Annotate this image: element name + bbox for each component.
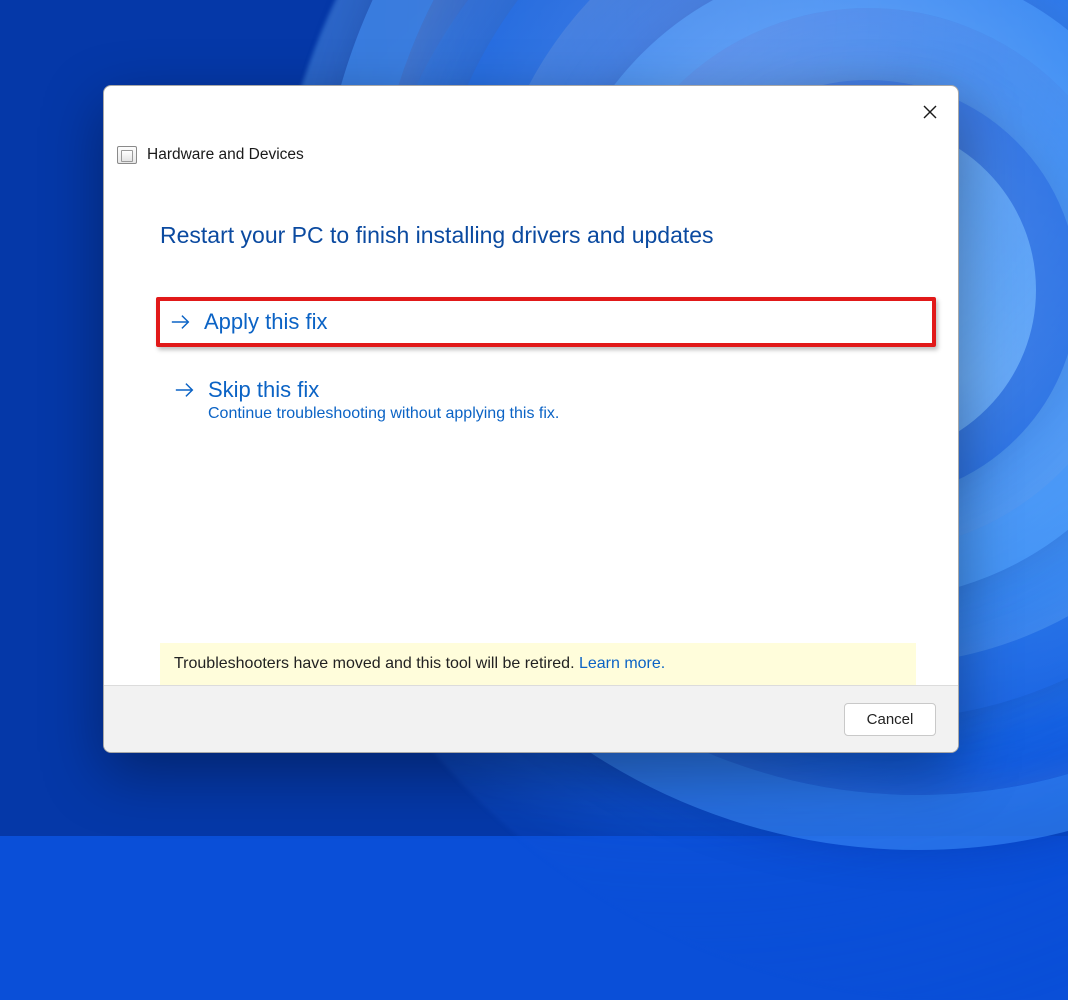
dialog-header: Hardware and Devices bbox=[104, 86, 958, 164]
cancel-button[interactable]: Cancel bbox=[844, 703, 936, 736]
option-skip-fix[interactable]: Skip this fix Continue troubleshooting w… bbox=[160, 367, 902, 433]
arrow-right-icon bbox=[170, 311, 192, 333]
dialog-footer: Cancel bbox=[104, 685, 958, 752]
option-title: Apply this fix bbox=[204, 309, 328, 335]
close-icon bbox=[922, 104, 938, 125]
option-title: Skip this fix bbox=[208, 377, 319, 403]
learn-more-link[interactable]: Learn more. bbox=[579, 655, 665, 672]
option-apply-fix[interactable]: Apply this fix bbox=[156, 297, 936, 347]
notice-text: Troubleshooters have moved and this tool… bbox=[174, 655, 579, 672]
retirement-notice: Troubleshooters have moved and this tool… bbox=[160, 643, 916, 685]
hardware-icon bbox=[117, 146, 137, 164]
dialog-title: Hardware and Devices bbox=[147, 146, 304, 164]
close-button[interactable] bbox=[916, 100, 944, 128]
arrow-right-icon bbox=[174, 379, 196, 401]
dialog-content: Restart your PC to finish installing dri… bbox=[104, 164, 958, 685]
option-subtitle: Continue troubleshooting without applyin… bbox=[208, 405, 888, 423]
main-heading: Restart your PC to finish installing dri… bbox=[160, 222, 902, 249]
options-list: Apply this fix Skip this fix Continu bbox=[160, 297, 902, 433]
troubleshooter-dialog: Hardware and Devices Restart your PC to … bbox=[103, 85, 959, 753]
